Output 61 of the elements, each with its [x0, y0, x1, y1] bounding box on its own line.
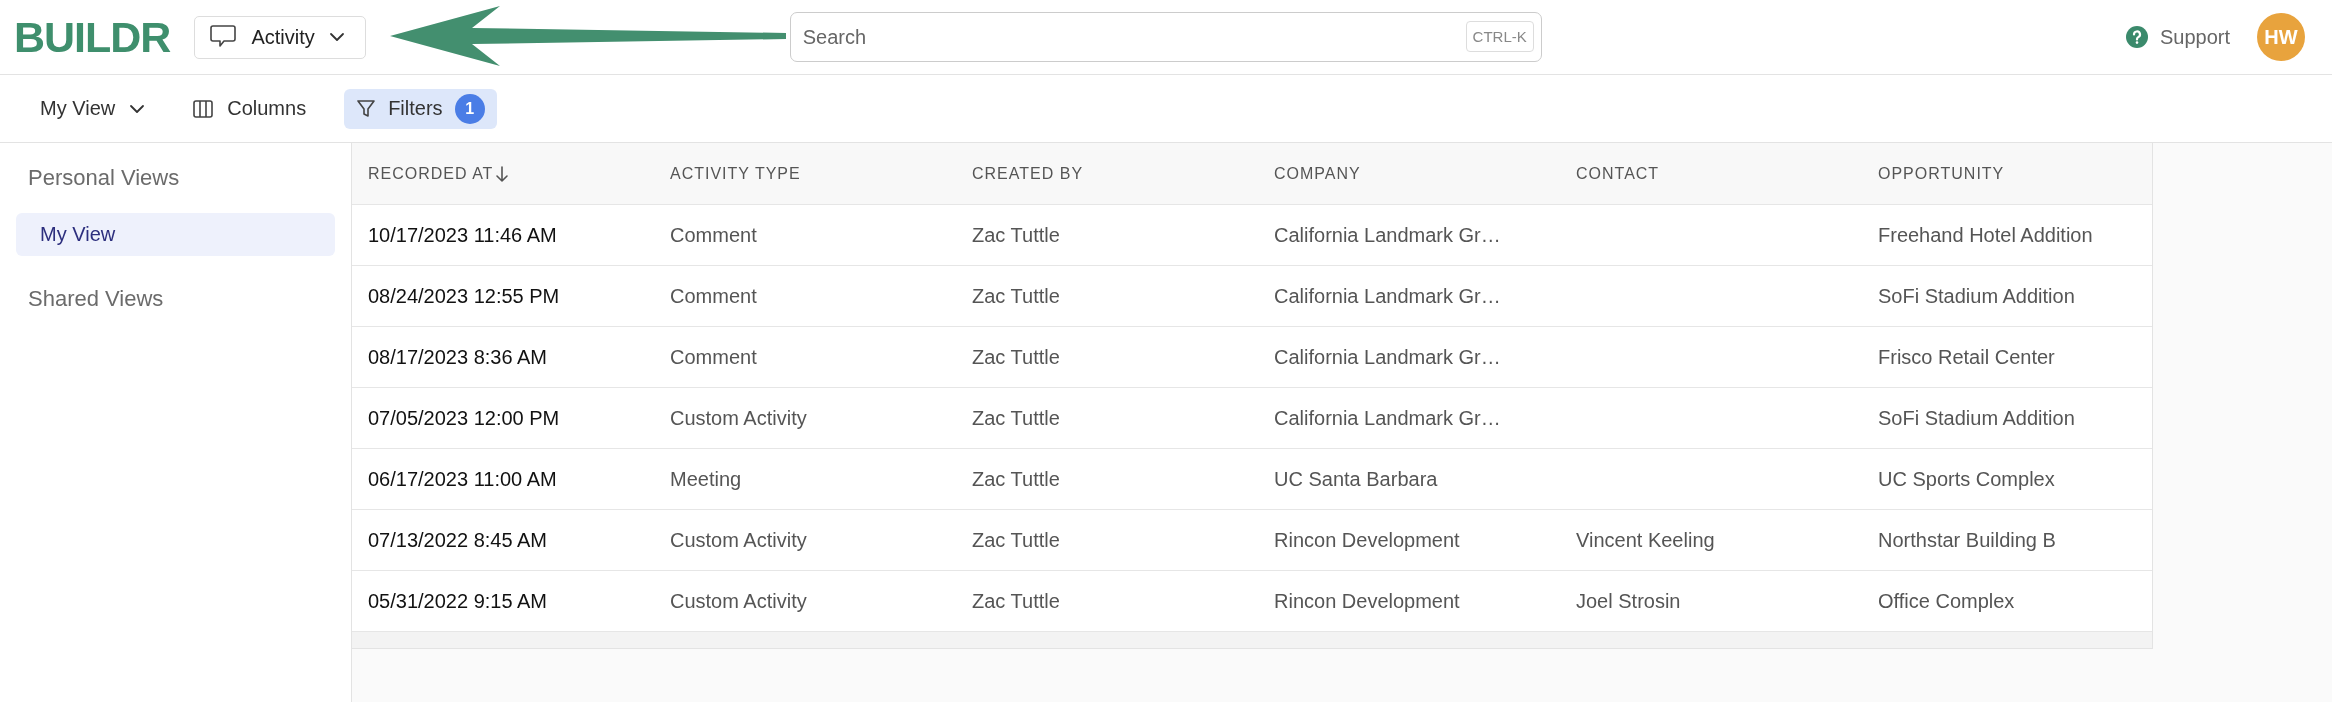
table-cell-text: California Landmark Gr…: [1273, 345, 1502, 369]
view-dropdown[interactable]: My View: [30, 88, 156, 129]
columns-icon: [193, 99, 214, 118]
filter-count-badge: 1: [454, 93, 485, 124]
table-cell-text: Zac Tuttle: [971, 284, 1061, 308]
column-header[interactable]: RECORDED AT: [352, 164, 654, 183]
table-cell-text: UC Sports Complex: [1877, 467, 2056, 491]
table-cell-text: 05/31/2022 9:15 AM: [367, 589, 549, 613]
table-cell-text: Zac Tuttle: [971, 528, 1061, 552]
logo[interactable]: BUILDR: [14, 12, 171, 62]
column-header[interactable]: COMPANY: [1258, 164, 1560, 183]
table-cell-text: California Landmark Gr…: [1273, 406, 1502, 430]
table-cell-text: UC Santa Barbara: [1273, 467, 1439, 491]
table-cell-text: Zac Tuttle: [971, 223, 1061, 247]
column-header[interactable]: ACTIVITY TYPE: [654, 164, 956, 183]
table-cell-text: California Landmark Gr…: [1273, 284, 1502, 308]
table-cell-text: 06/17/2023 11:00 AM: [367, 467, 558, 491]
section-heading: Personal Views: [27, 165, 181, 191]
section-heading: Shared Views: [27, 286, 165, 312]
table-cell-text: 07/13/2022 8:45 AM: [367, 528, 549, 552]
table-cell-text: Zac Tuttle: [971, 589, 1061, 613]
chevron-down-icon: [129, 103, 146, 114]
table-cell-text: Meeting: [669, 467, 743, 491]
table-cell-text: Comment: [669, 223, 758, 247]
table-cell-text: Office Complex: [1877, 589, 2016, 613]
table-cell-text: 08/24/2023 12:55 PM: [367, 284, 561, 308]
table-cell-text: 07/05/2023 12:00 PM: [367, 406, 561, 430]
chevron-down-icon: [328, 32, 345, 42]
table-cell-text: Custom Activity: [669, 528, 808, 552]
table-cell-text: Zac Tuttle: [971, 345, 1061, 369]
table-cell-text: California Landmark Gr…: [1273, 223, 1502, 247]
table-cell-text: Joel Strosin: [1575, 589, 1682, 613]
column-header[interactable]: OPPORTUNITY: [1862, 164, 2164, 183]
column-header[interactable]: CONTACT: [1560, 164, 1862, 183]
table-cell-text: Zac Tuttle: [971, 406, 1061, 430]
sidebar-item[interactable]: My View: [16, 213, 335, 256]
table-cell-text: 08/17/2023 8:36 AM: [367, 345, 549, 369]
columns-button[interactable]: Columns: [183, 88, 317, 129]
speech-bubble-icon: [209, 24, 238, 50]
table-cell-text: Rincon Development: [1273, 528, 1461, 552]
filters-button[interactable]: Filters 1: [344, 88, 497, 129]
shortcut-hint: CTRL-K: [1465, 21, 1534, 52]
table-cell-text: SoFi Stadium Addition: [1877, 406, 2076, 430]
help-icon: [2125, 26, 2148, 48]
table-cell-text: Comment: [669, 284, 758, 308]
support-link[interactable]: Support: [2125, 25, 2230, 49]
table-cell-text: Comment: [669, 345, 758, 369]
table-cell-text: Custom Activity: [669, 406, 808, 430]
table-cell-text: Vincent Keeling: [1575, 528, 1716, 552]
table-cell-text: Custom Activity: [669, 589, 808, 613]
activity-dropdown[interactable]: Activity: [194, 15, 366, 59]
table-cell-text: 10/17/2023 11:46 AM: [367, 223, 558, 247]
table-cell-text: Frisco Retail Center: [1877, 345, 2056, 369]
table-cell-text: Freehand Hotel Addition: [1877, 223, 2094, 247]
horizontal-scrollbar[interactable]: [352, 632, 2153, 649]
table-cell-text: Rincon Development: [1273, 589, 1461, 613]
table-cell-text: SoFi Stadium Addition: [1877, 284, 2076, 308]
column-header[interactable]: CREATED BY: [956, 164, 1258, 183]
table-cell-text: Northstar Building B: [1877, 528, 2057, 552]
filter-icon: [356, 98, 377, 119]
table-cell-text: Zac Tuttle: [971, 467, 1061, 491]
